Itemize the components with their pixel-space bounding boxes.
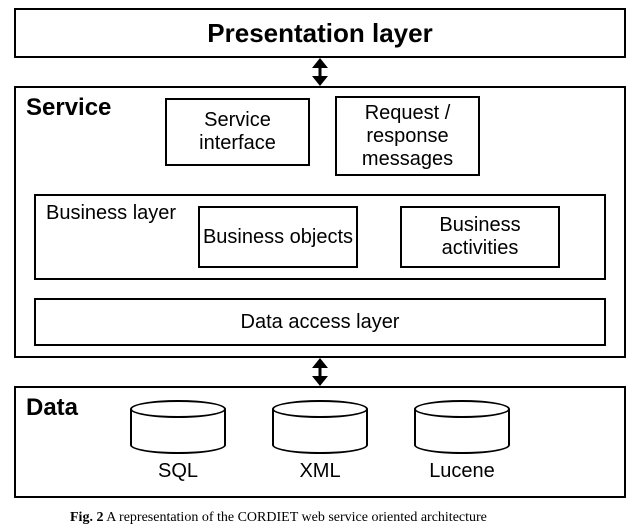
- datastore-sql-label: SQL: [130, 460, 226, 483]
- business-layer-title: Business layer: [46, 202, 176, 225]
- datastore-xml: [272, 400, 368, 454]
- data-access-layer-label: Data access layer: [241, 311, 400, 334]
- figure-caption: Fig. 2 A representation of the CORDIET w…: [70, 510, 487, 526]
- data-layer-title: Data: [26, 394, 78, 422]
- figure-caption-text: A representation of the CORDIET web serv…: [106, 510, 487, 525]
- business-activities-label: Business activities: [402, 214, 558, 260]
- service-interface-label: Service interface: [167, 109, 308, 155]
- datastore-lucene: [414, 400, 510, 454]
- datastore-xml-label: XML: [272, 460, 368, 483]
- request-response-box: Request / response messages: [335, 96, 480, 176]
- service-interface-box: Service interface: [165, 98, 310, 166]
- data-access-layer-box: Data access layer: [34, 298, 606, 346]
- datastore-lucene-label: Lucene: [414, 460, 510, 483]
- service-layer-title: Service: [26, 94, 111, 122]
- presentation-layer-title: Presentation layer: [207, 18, 432, 49]
- figure-caption-prefix: Fig. 2: [70, 510, 103, 525]
- request-response-label: Request / response messages: [337, 102, 478, 171]
- datastore-sql: [130, 400, 226, 454]
- business-objects-label: Business objects: [203, 226, 353, 249]
- business-activities-box: Business activities: [400, 206, 560, 268]
- presentation-layer-box: Presentation layer: [14, 8, 626, 58]
- arrow-presentation-service: [314, 58, 326, 86]
- business-objects-box: Business objects: [198, 206, 358, 268]
- arrow-service-data: [314, 358, 326, 386]
- architecture-diagram: Presentation layer Service Service inter…: [0, 0, 640, 532]
